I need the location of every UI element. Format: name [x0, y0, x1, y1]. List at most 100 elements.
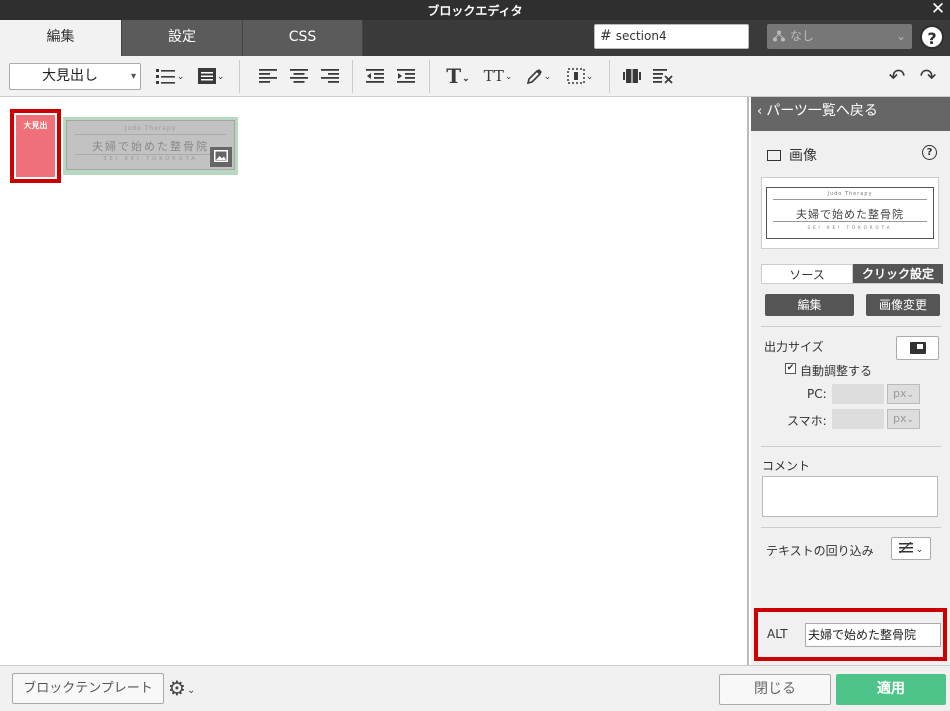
close-button[interactable]: 閉じる: [719, 674, 831, 705]
editor-canvas[interactable]: 大見出 Judo Therapy 夫婦で始めた整骨院 SEI KEI TOKOR…: [2, 97, 749, 665]
sp-size-input[interactable]: [832, 409, 884, 429]
pc-unit-select[interactable]: px⌄: [887, 384, 920, 404]
heading-block-marker[interactable]: 大見出: [10, 109, 61, 183]
section-id-input[interactable]: # section4: [594, 24, 749, 49]
gear-icon: ⚙: [168, 676, 186, 700]
alt-label: ALT: [767, 627, 788, 641]
image-divider: [75, 134, 226, 135]
bullet-list-icon: [155, 69, 175, 84]
preview-frame: Judo Therapy 夫婦で始めた整骨院 SEI KEI TOKOROTA: [766, 187, 934, 239]
tab-css[interactable]: CSS: [243, 20, 363, 56]
heading-block-label: 大見出: [16, 115, 55, 177]
heading-level-value: 大見出し: [42, 68, 98, 84]
align-center-button[interactable]: [288, 65, 310, 87]
class-select[interactable]: なし ⌄: [767, 24, 912, 49]
undo-button[interactable]: ↶: [886, 65, 908, 87]
help-icon[interactable]: ?: [920, 25, 944, 49]
text-wrap-label: テキストの回り込み: [766, 544, 874, 558]
comment-textarea[interactable]: [762, 476, 938, 517]
toolbar: 大見出し ▾ ⌄ ⌄ T⌄ TT⌄ ⌄ ⌄ ↶ ↷: [0, 56, 950, 97]
canvas-image-block[interactable]: Judo Therapy 夫婦で始めた整骨院 SEI KEI TOKOROTA: [63, 117, 238, 175]
border-icon: [566, 68, 585, 84]
tab-row: 編集 設定 CSS # section4 なし ⌄ ?: [0, 20, 950, 56]
back-to-parts-button[interactable]: ‹ パーツ一覧へ戻る: [751, 97, 950, 131]
align-left-button[interactable]: [257, 65, 279, 87]
resize-icon-inner: [917, 344, 923, 349]
clear-format-icon: [653, 69, 673, 84]
tab-edit[interactable]: 編集: [0, 20, 122, 56]
chevron-down-icon: ⌄: [895, 29, 906, 43]
close-icon[interactable]: ✕: [929, 0, 947, 19]
text-wrap-icon: [898, 541, 913, 554]
chevron-down-icon: ▾: [130, 71, 136, 82]
image-bottom-text: SEI KEI TOKOROTA: [103, 156, 198, 162]
block-style-button[interactable]: ⌄: [194, 65, 228, 87]
canvas-image: Judo Therapy 夫婦で始めた整骨院 SEI KEI TOKOROTA: [66, 120, 235, 170]
color-picker-button[interactable]: ⌄: [521, 65, 557, 87]
tab-source[interactable]: ソース: [761, 264, 853, 284]
outdent-button[interactable]: [364, 65, 386, 87]
block-template-button[interactable]: ブロックテンプレート: [12, 673, 164, 704]
heading-level-select[interactable]: 大見出し ▾: [9, 63, 141, 90]
text-wrap-select[interactable]: ⌄: [891, 537, 931, 560]
color-picker-icon: [526, 69, 542, 85]
resize-button[interactable]: [896, 336, 939, 360]
image-divider: [75, 154, 226, 155]
section-divider: [761, 326, 941, 327]
back-label: パーツ一覧へ戻る: [766, 103, 878, 119]
align-right-button[interactable]: [319, 65, 341, 87]
tab-click-settings[interactable]: クリック設定: [853, 264, 943, 284]
change-image-button[interactable]: 画像変更: [866, 294, 940, 316]
settings-button[interactable]: ⚙⌄: [168, 676, 195, 703]
indent-icon: [397, 69, 415, 83]
text-style-button[interactable]: T⌄: [440, 65, 476, 87]
toolbar-divider: [429, 60, 430, 93]
comment-label: コメント: [762, 459, 811, 473]
image-preview: Judo Therapy 夫婦で始めた整骨院 SEI KEI TOKOROTA: [761, 177, 939, 249]
alt-input[interactable]: 夫婦で始めた整骨院: [805, 623, 941, 647]
auto-adjust-checkbox[interactable]: ✔: [785, 363, 796, 374]
preview-divider: [773, 199, 927, 200]
apply-button[interactable]: 適用: [836, 674, 946, 705]
help-icon[interactable]: ?: [922, 145, 937, 160]
auto-adjust-label: 自動調整する: [800, 364, 873, 378]
tab-settings[interactable]: 設定: [122, 20, 243, 56]
output-size-label: 出力サイズ: [764, 340, 824, 354]
toolbar-divider: [239, 60, 240, 93]
image-icon[interactable]: [210, 147, 232, 167]
image-icon: [767, 150, 781, 161]
pc-size-label: PC:: [807, 387, 827, 401]
preview-main-text: 夫婦で始めた整骨院: [796, 208, 904, 221]
edit-image-button[interactable]: 編集: [765, 294, 854, 316]
align-left-icon: [259, 69, 277, 83]
pc-size-input[interactable]: [832, 384, 884, 404]
chevron-down-icon: ⌄: [906, 415, 915, 425]
preview-divider: [773, 221, 927, 222]
class-select-value: なし: [790, 29, 815, 43]
redo-icon: ↷: [919, 64, 937, 88]
toolbar-divider: [352, 60, 353, 93]
redo-button[interactable]: ↷: [917, 65, 939, 87]
preview-bottom-text: SEI KEI TOKOROTA: [807, 225, 893, 230]
properties-panel: ‹ パーツ一覧へ戻る 画像 ? Judo Therapy 夫婦で始めた整骨院 SE…: [751, 97, 950, 665]
align-right-icon: [321, 69, 339, 83]
clear-format-button[interactable]: [652, 65, 674, 87]
subtab-divider: [761, 283, 941, 284]
indent-button[interactable]: [395, 65, 417, 87]
block-icon: [197, 68, 216, 84]
pc-unit-value: px: [893, 387, 907, 400]
outdent-icon: [366, 69, 384, 83]
bullet-list-button[interactable]: ⌄: [153, 65, 187, 87]
font-size-button[interactable]: TT⌄: [480, 65, 516, 87]
part-title: 画像: [767, 145, 817, 165]
alt-field-highlight: ALT 夫婦で始めた整骨院: [754, 608, 947, 661]
columns-button[interactable]: [621, 65, 643, 87]
border-button[interactable]: ⌄: [562, 65, 598, 87]
sp-unit-select[interactable]: px⌄: [887, 409, 920, 429]
chevron-down-icon: ⌄: [906, 390, 915, 400]
hash-icon: #: [600, 28, 612, 44]
footer-bar: ブロックテンプレート ⚙⌄ 閉じる 適用: [0, 665, 950, 711]
title-bar: ブロックエディタ ✕: [0, 0, 950, 20]
chevron-down-icon: ⌄: [186, 685, 196, 696]
image-main-text: 夫婦で始めた整骨院: [92, 140, 209, 153]
